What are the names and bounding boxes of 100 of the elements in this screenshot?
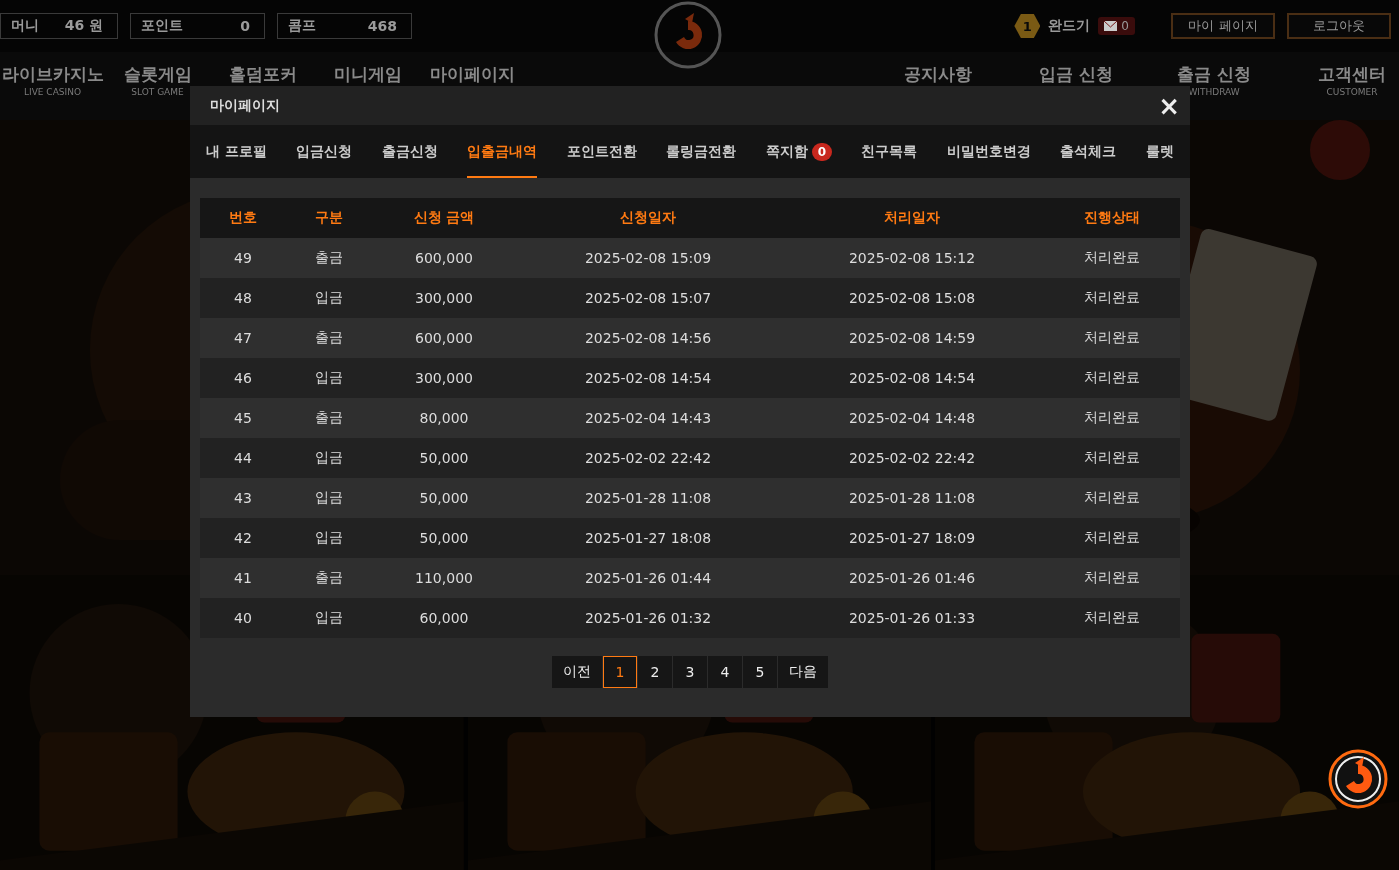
- tab[interactable]: 입금신청: [296, 125, 353, 178]
- table-cell: 출금: [286, 318, 372, 358]
- table-cell: 입금: [286, 438, 372, 478]
- table-cell: 50,000: [372, 478, 516, 518]
- nav-link[interactable]: 미니게임: [333, 64, 402, 84]
- table-cell: 처리완료: [1044, 358, 1180, 398]
- logo-icon: [653, 0, 723, 70]
- table-cell: 처리완료: [1044, 438, 1180, 478]
- table-cell: 80,000: [372, 398, 516, 438]
- table-cell: 110,000: [372, 558, 516, 598]
- logo-button[interactable]: [1328, 749, 1388, 809]
- column-header: 신청일자: [516, 198, 780, 238]
- envelope-icon: [1104, 21, 1118, 31]
- column-header: 처리일자: [780, 198, 1044, 238]
- nav-link[interactable]: 고객센터: [1318, 64, 1386, 84]
- table-cell: 2025-02-04 14:48: [780, 398, 1044, 438]
- close-button[interactable]: ×: [1158, 92, 1180, 119]
- stat-value: 46 원: [64, 17, 103, 35]
- table-cell: 출금: [286, 398, 372, 438]
- table-cell: 2025-01-27 18:09: [780, 518, 1044, 558]
- table-cell: 출금: [286, 558, 372, 598]
- table-cell: 2025-02-08 14:59: [780, 318, 1044, 358]
- page-button[interactable]: 4: [708, 656, 742, 688]
- page-button[interactable]: 3: [673, 656, 707, 688]
- next-button[interactable]: 다음: [778, 656, 828, 688]
- table-cell: 처리완료: [1044, 278, 1180, 318]
- table-cell: 입금: [286, 598, 372, 638]
- nav-link[interactable]: 슬롯게임: [123, 64, 192, 84]
- column-header: 진행상태: [1044, 198, 1180, 238]
- table-cell: 40: [200, 598, 286, 638]
- prev-button[interactable]: 이전: [552, 656, 602, 688]
- level-badge: 1: [1014, 14, 1041, 38]
- stat-value: 0: [240, 18, 250, 34]
- tab[interactable]: 내 프로필: [206, 125, 267, 178]
- tab[interactable]: 출석체크: [1060, 125, 1117, 178]
- stat-label: 콤프: [288, 17, 316, 35]
- table-cell: 300,000: [372, 278, 516, 318]
- table-cell: 2025-02-08 15:08: [780, 278, 1044, 318]
- nav-link[interactable]: 마이페이지: [430, 64, 515, 84]
- table-cell: 2025-02-08 15:09: [516, 238, 780, 278]
- table-cell: 43: [200, 478, 286, 518]
- table-cell: 2025-02-08 14:56: [516, 318, 780, 358]
- table-cell: 60,000: [372, 598, 516, 638]
- nav-subtitle: SLOT GAME: [131, 87, 184, 97]
- table-cell: 44: [200, 438, 286, 478]
- table-cell: 50,000: [372, 518, 516, 558]
- table-cell: 처리완료: [1044, 398, 1180, 438]
- page-button[interactable]: 2: [638, 656, 672, 688]
- header-button[interactable]: 로그아웃: [1287, 13, 1391, 39]
- table-cell: 2025-01-28 11:08: [780, 478, 1044, 518]
- column-header: 신청 금액: [372, 198, 516, 238]
- table-cell: 2025-01-26 01:44: [516, 558, 780, 598]
- table-cell: 처리완료: [1044, 238, 1180, 278]
- nav-link[interactable]: 입금 신청: [1039, 64, 1113, 84]
- table-cell: 48: [200, 278, 286, 318]
- tab[interactable]: 롤링금전환: [666, 125, 737, 178]
- table-cell: 46: [200, 358, 286, 398]
- page-button[interactable]: 1: [603, 656, 637, 688]
- nav-link[interactable]: 출금 신청: [1177, 64, 1251, 84]
- message-badge[interactable]: 0: [1098, 17, 1135, 35]
- table-cell: 45: [200, 398, 286, 438]
- stat-label: 포인트: [141, 17, 183, 35]
- tab[interactable]: 쪽지함 0: [765, 125, 832, 178]
- tab[interactable]: 룰렛: [1145, 125, 1174, 178]
- tab[interactable]: 친구목록: [861, 125, 918, 178]
- table-cell: 2025-02-08 15:07: [516, 278, 780, 318]
- table-cell: 2025-02-02 22:42: [516, 438, 780, 478]
- page-button[interactable]: 5: [743, 656, 777, 688]
- tab[interactable]: 출금신청: [381, 125, 438, 178]
- tab[interactable]: 포인트전환: [566, 125, 637, 178]
- table-cell: 입금: [286, 518, 372, 558]
- table-cell: 2025-01-26 01:46: [780, 558, 1044, 598]
- table-cell: 처리완료: [1044, 318, 1180, 358]
- table-cell: 600,000: [372, 238, 516, 278]
- table-cell: 2025-01-28 11:08: [516, 478, 780, 518]
- table-cell: 2025-02-08 14:54: [780, 358, 1044, 398]
- stat-label: 머니: [11, 17, 39, 35]
- column-header: 번호: [200, 198, 286, 238]
- table-cell: 처리완료: [1044, 558, 1180, 598]
- table-cell: 출금: [286, 238, 372, 278]
- column-header: 구분: [286, 198, 372, 238]
- table-cell: 입금: [286, 358, 372, 398]
- count-badge: 0: [811, 142, 832, 161]
- table-cell: 2025-02-02 22:42: [780, 438, 1044, 478]
- nav-link[interactable]: 홀덤포커: [228, 64, 297, 84]
- nav-link[interactable]: 라이브카지노: [1, 64, 104, 84]
- table-cell: 47: [200, 318, 286, 358]
- table-cell: 41: [200, 558, 286, 598]
- table-cell: 처리완료: [1044, 598, 1180, 638]
- tab[interactable]: 비밀번호변경: [946, 125, 1031, 178]
- tab[interactable]: 입출금내역: [467, 125, 538, 178]
- header-button[interactable]: 마이 페이지: [1171, 13, 1275, 39]
- stat-value: 468: [367, 18, 397, 34]
- nav-link[interactable]: 공지사항: [904, 64, 972, 84]
- table-cell: 2025-02-08 15:12: [780, 238, 1044, 278]
- table-cell: 2025-01-26 01:32: [516, 598, 780, 638]
- table-cell: 600,000: [372, 318, 516, 358]
- modal-title: 마이페이지: [210, 96, 280, 115]
- table-cell: 2025-01-27 18:08: [516, 518, 780, 558]
- table-cell: 42: [200, 518, 286, 558]
